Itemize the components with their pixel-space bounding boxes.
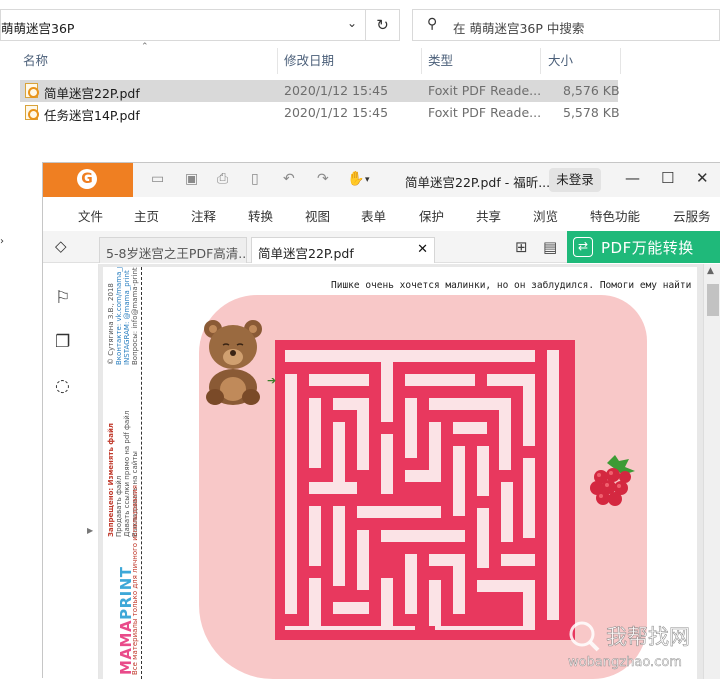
eraser-icon[interactable]: ◇ (55, 237, 67, 255)
menu-protect[interactable]: 保护 (419, 206, 444, 225)
side-panel: ⚐ ❐ ◌ ▶ (43, 264, 99, 679)
menu-comment[interactable]: 注释 (191, 206, 216, 225)
pdf-convert-label: PDF万能转换 (601, 239, 694, 257)
file-row[interactable]: 简单迷宫22P.pdf 2020/1/12 15:45 Foxit PDF Re… (20, 80, 620, 102)
file-size: 8,576 KB (563, 83, 620, 98)
minimize-icon[interactable]: — (625, 169, 640, 187)
pdf-file-icon (25, 83, 39, 98)
copyright-text: © Сутягина З.В., 2018 (107, 283, 115, 365)
file-row[interactable]: 任务迷宫14P.pdf 2020/1/12 15:45 Foxit PDF Re… (20, 102, 620, 124)
pdf-convert-button[interactable]: ⇄ PDF万能转换 (567, 231, 720, 263)
bear-illustration (204, 320, 262, 405)
file-modified: 2020/1/12 15:45 (284, 83, 389, 98)
cut-line (141, 267, 142, 679)
mama-print-logo: MAMAPRINT (117, 566, 135, 676)
column-divider[interactable] (620, 48, 621, 74)
menu-share[interactable]: 共享 (476, 206, 501, 225)
scrollbar-thumb[interactable] (707, 284, 719, 316)
expand-panel-icon[interactable]: ▶ (87, 526, 93, 535)
search-placeholder: 在 萌萌迷宫36P 中搜索 (453, 21, 585, 36)
column-divider[interactable] (277, 48, 278, 74)
search-icon: ⚲ (427, 16, 438, 32)
ribbon-menu: 文件 主页 注释 转换 视图 表单 保护 共享 浏览 特色功能 云服务 (43, 197, 720, 231)
file-type: Foxit PDF Reade... (428, 105, 542, 120)
arrow-right-icon: ➔ (267, 374, 277, 387)
save-icon[interactable]: ▣ (185, 171, 198, 187)
login-button[interactable]: 未登录 (549, 168, 601, 192)
undo-icon[interactable]: ↶ (283, 171, 295, 187)
search-box[interactable]: ⚲ 在 萌萌迷宫36P 中搜索 (412, 9, 720, 41)
address-bar[interactable]: 萌萌迷宫36P ⌄ (0, 9, 366, 41)
file-type: Foxit PDF Reade... (428, 83, 542, 98)
pdf-file-icon (25, 105, 39, 120)
menu-features[interactable]: 特色功能 (590, 206, 640, 225)
scroll-up-icon[interactable]: ▲ (707, 266, 714, 276)
site-watermark: 我帮找网 wobangzhao.com (568, 621, 690, 670)
column-header-modified[interactable]: 修改日期 (284, 50, 334, 74)
redo-icon[interactable]: ↷ (317, 171, 329, 187)
menu-file[interactable]: 文件 (78, 206, 103, 225)
column-header-type[interactable]: 类型 (428, 50, 453, 74)
foxit-window: G ▭ ▣ ⎙ ▯ ↶ ↷ ✋ ▾ 简单迷宫22P.pdf - 福昕... 未登… (42, 162, 720, 679)
menu-cloud[interactable]: 云服务 (673, 206, 711, 225)
window-title: 简单迷宫22P.pdf - 福昕... (405, 175, 551, 190)
collapse-arrow-icon[interactable]: › (0, 236, 4, 247)
menu-convert[interactable]: 转换 (248, 206, 273, 225)
document-tab-bar: ◇ 5-8岁迷宫之王PDF高清... 简单迷宫22P.pdf ✕ ⊞ ▤ ⇄ P… (43, 231, 720, 263)
column-divider[interactable] (540, 48, 541, 74)
file-size: 5,578 KB (563, 105, 620, 120)
file-modified: 2020/1/12 15:45 (284, 105, 389, 120)
foxit-logo[interactable]: G (43, 163, 133, 197)
grid-view-icon[interactable]: ⊞ (515, 238, 528, 256)
forbidden-heading: Запрещено: Изменять файл (107, 422, 115, 537)
hand-tool-icon[interactable]: ✋ (347, 171, 364, 187)
file-name: 简单迷宫22P.pdf (44, 86, 140, 101)
raspberry-illustration (590, 455, 635, 506)
column-header-name[interactable]: 名称 (23, 50, 48, 74)
watermark-text-cn: 我帮找网 (606, 625, 690, 649)
tab-document-active[interactable]: 简单迷宫22P.pdf ✕ (251, 237, 435, 263)
title-bar: G ▭ ▣ ⎙ ▯ ↶ ↷ ✋ ▾ 简单迷宫22P.pdf - 福昕... 未登… (43, 163, 720, 197)
reflow-icon[interactable]: ▤ (543, 238, 557, 256)
new-document-icon[interactable]: ▯ (251, 171, 259, 187)
sort-ascending-icon: ⌃ (141, 42, 149, 52)
menu-form[interactable]: 表单 (361, 206, 386, 225)
pages-icon[interactable]: ❐ (55, 332, 70, 352)
chevron-down-icon[interactable]: ▾ (365, 175, 370, 185)
vk-text: Вконтакте: vk.com/mama_print (115, 267, 123, 365)
open-folder-icon[interactable]: ▭ (151, 171, 164, 187)
bookmark-icon[interactable]: ⚐ (55, 288, 70, 308)
forbidden-item: Давать ссылки прямо на pdf файл (123, 410, 131, 537)
column-header-size[interactable]: 大小 (548, 50, 573, 74)
tab-label: 5-8岁迷宫之王PDF高清... (106, 246, 247, 261)
menu-browse[interactable]: 浏览 (533, 206, 558, 225)
address-path: 萌萌迷宫36P (1, 21, 75, 36)
comment-icon[interactable]: ◌ (55, 376, 70, 396)
close-tab-icon[interactable]: ✕ (417, 242, 428, 257)
forbidden-item: Продавать файл (115, 475, 123, 537)
tab-document[interactable]: 5-8岁迷宫之王PDF高清... (99, 237, 247, 263)
file-name: 任务迷宫14P.pdf (44, 108, 140, 123)
maximize-icon[interactable]: ☐ (661, 169, 674, 187)
chevron-down-icon[interactable]: ⌄ (347, 16, 357, 30)
swap-icon: ⇄ (573, 237, 593, 257)
watermark-text-url: wobangzhao.com (568, 655, 682, 670)
maze-instruction: Пишке очень хочется малинки, но он заблу… (331, 280, 697, 291)
refresh-icon[interactable]: ↻ (366, 9, 400, 41)
instagram-text: INSTAGRAM: @mama_print (123, 270, 131, 365)
column-divider[interactable] (421, 48, 422, 74)
foxit-logo-icon: G (77, 169, 97, 189)
tab-label: 简单迷宫22P.pdf (258, 246, 354, 261)
print-icon[interactable]: ⎙ (217, 171, 228, 187)
close-icon[interactable]: ✕ (696, 169, 709, 187)
menu-home[interactable]: 主页 (134, 206, 159, 225)
menu-view[interactable]: 视图 (305, 206, 330, 225)
maze-graphic (275, 340, 575, 640)
contact-text: Вопросы: info@mama-print.ru (131, 267, 139, 365)
